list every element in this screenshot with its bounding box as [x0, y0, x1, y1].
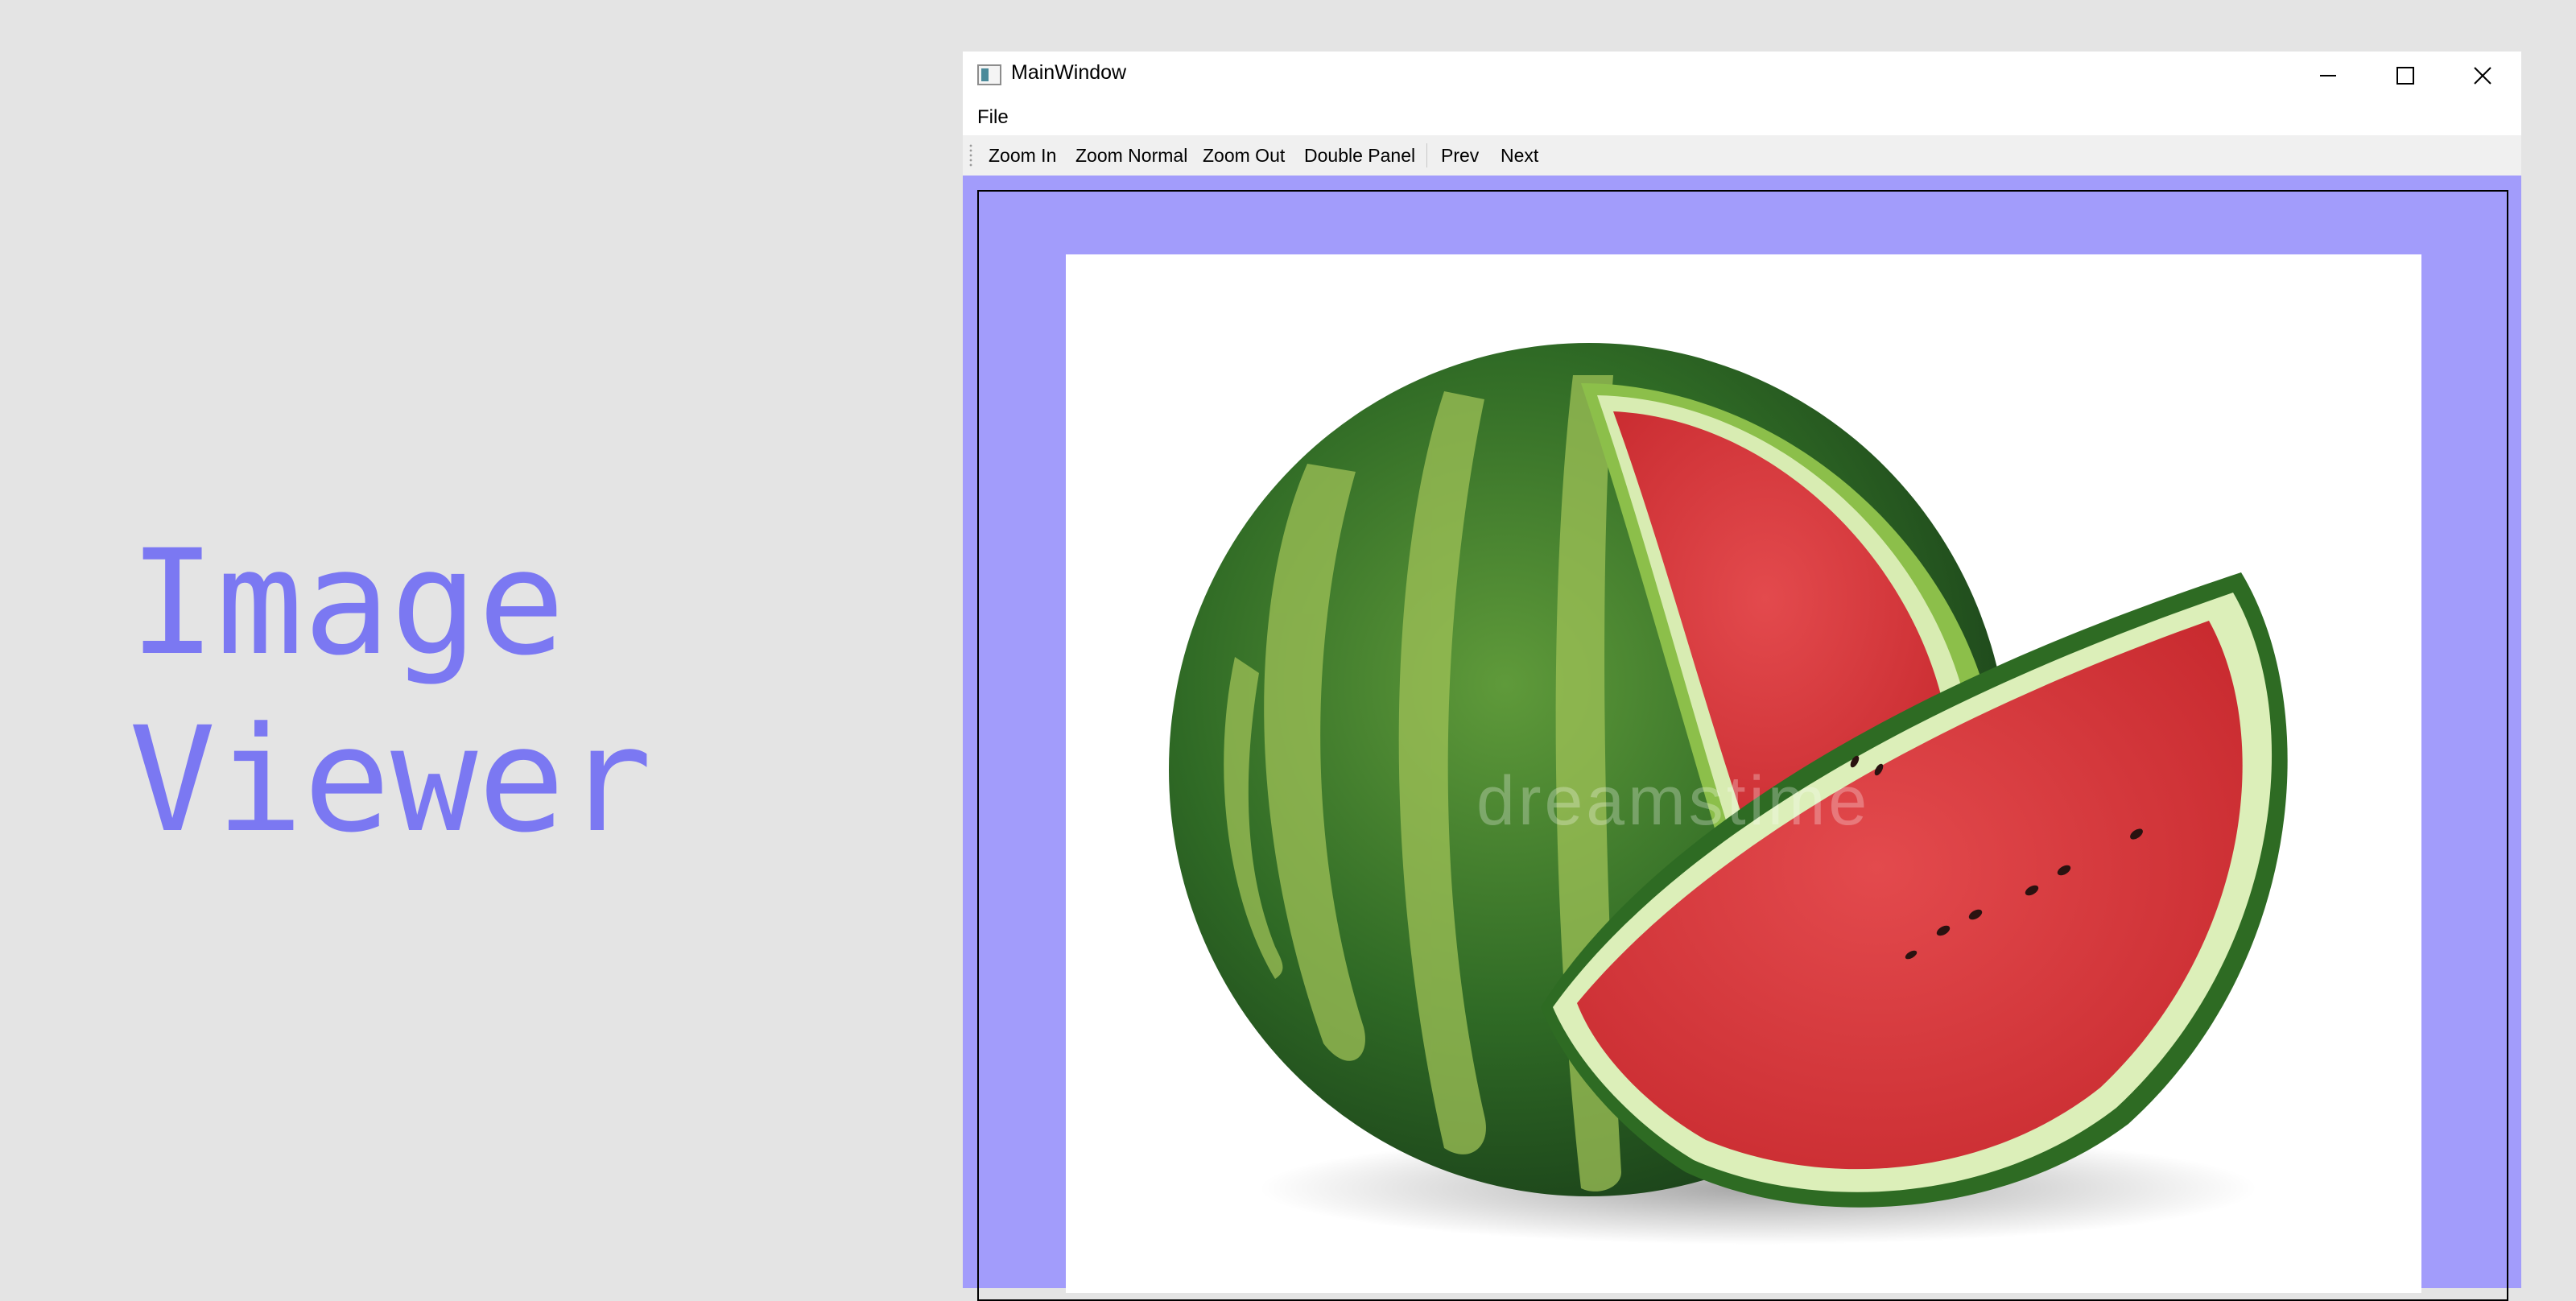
minimize-button[interactable] [2289, 52, 2367, 100]
image-watermark: dreamstime [1476, 762, 1871, 840]
close-button[interactable] [2444, 52, 2521, 100]
toolbar-grip-handle[interactable] [969, 143, 972, 167]
next-button[interactable]: Next [1501, 143, 1538, 167]
prev-button[interactable]: Prev [1441, 143, 1479, 167]
toolbar: Zoom In Zoom Normal Zoom Out Double Pane… [963, 135, 2521, 176]
zoom-out-button[interactable]: Zoom Out [1203, 143, 1285, 167]
minimize-icon [2320, 75, 2336, 76]
maximize-button[interactable] [2367, 52, 2444, 100]
image-viewport[interactable]: dreamstime [963, 176, 2521, 1301]
main-window: MainWindow File Zoom In Zoom Normal Zoom… [963, 52, 2521, 1301]
app-window-icon [977, 64, 1001, 85]
menu-file[interactable]: File [974, 105, 1012, 130]
maximize-icon [2396, 67, 2414, 85]
close-icon [2474, 67, 2491, 85]
toolbar-separator [1426, 143, 1427, 167]
hero-title-line-1: Image [129, 519, 565, 688]
image-panel[interactable]: dreamstime [977, 190, 2508, 1301]
hero-title: Image Viewer [129, 515, 652, 869]
zoom-normal-button[interactable]: Zoom Normal [1075, 143, 1187, 167]
watermelon-photo: dreamstime [1066, 254, 2421, 1293]
title-bar[interactable]: MainWindow [963, 52, 2521, 100]
menu-bar: File [963, 100, 2521, 135]
window-title: MainWindow [1011, 61, 1127, 84]
double-panel-button[interactable]: Double Panel [1304, 143, 1415, 167]
zoom-in-button[interactable]: Zoom In [989, 143, 1056, 167]
hero-title-line-2: Viewer [129, 696, 653, 865]
